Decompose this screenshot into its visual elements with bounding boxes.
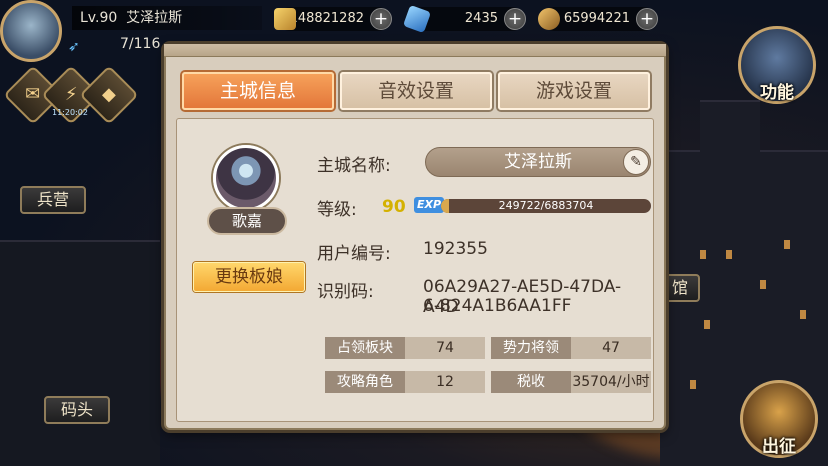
stat-label: 占领板块 bbox=[325, 337, 405, 359]
change-character-button[interactable]: 更换板娘 bbox=[193, 262, 305, 292]
resource-crystal: 2435 + bbox=[402, 4, 526, 34]
stat-label: 攻略角色 bbox=[325, 371, 405, 393]
edit-name-icon[interactable]: ✎ bbox=[623, 149, 649, 175]
exp-tag: EXP bbox=[414, 197, 445, 213]
character-portrait[interactable] bbox=[213, 145, 279, 211]
event-timer: 11:20:02 bbox=[52, 108, 88, 117]
coin-icon bbox=[538, 8, 560, 30]
add-coin-button[interactable]: + bbox=[636, 8, 658, 30]
city-info-content: 歌嘉 更换板娘 主城名称: 艾泽拉斯 ✎ 等级: 90 EXP 249722/6… bbox=[176, 118, 654, 422]
player-avatar[interactable] bbox=[0, 0, 62, 62]
gold-cube-icon bbox=[274, 8, 296, 30]
stat-label: 势力将领 bbox=[491, 337, 571, 359]
code-value-line2: 6-824A1B6AA1FF bbox=[423, 296, 572, 316]
scroll-icon: ✉ bbox=[25, 84, 41, 105]
exp-progress-text: 249722/6883704 bbox=[498, 199, 594, 212]
city-info-panel: 主城信息 音效设置 游戏设置 歌嘉 更换板娘 主城名称: 艾泽拉斯 ✎ 等级: … bbox=[164, 44, 666, 430]
expedition-button[interactable]: 出征 bbox=[740, 380, 818, 458]
dock-label[interactable]: 码头 bbox=[44, 396, 110, 424]
city-name-field[interactable]: 艾泽拉斯 ✎ bbox=[425, 147, 651, 177]
resource-coin-value: 65994221 bbox=[563, 11, 630, 26]
stat-value: 47 bbox=[571, 337, 651, 359]
character-name: 歌嘉 bbox=[207, 207, 287, 235]
user-id-label: 用户编号: bbox=[317, 244, 391, 264]
city-name-value: 艾泽拉斯 bbox=[504, 152, 572, 172]
gem-icon: ◆ bbox=[102, 84, 116, 105]
user-id-value: 192355 bbox=[423, 239, 488, 259]
resource-gold: 148821282 + bbox=[274, 7, 392, 31]
hall-label[interactable]: 馆 bbox=[660, 274, 700, 302]
resource-coin: 65994221 + bbox=[538, 7, 658, 31]
player-level: Lv.90 bbox=[80, 10, 118, 26]
expedition-label: 出征 bbox=[762, 437, 796, 457]
resource-gold-value: 148821282 bbox=[289, 11, 364, 26]
function-button[interactable]: 功能 bbox=[738, 26, 816, 104]
tab-sound-settings[interactable]: 音效设置 bbox=[340, 72, 492, 110]
tab-game-settings[interactable]: 游戏设置 bbox=[498, 72, 650, 110]
player-name: 艾泽拉斯 bbox=[126, 10, 183, 26]
panel-header-bar bbox=[164, 44, 666, 57]
add-gold-button[interactable]: + bbox=[370, 8, 392, 30]
stamina-value: 7/116 bbox=[120, 36, 161, 52]
player-level-name: Lv.90 艾泽拉斯 bbox=[72, 6, 262, 30]
stat-value: 12 bbox=[405, 371, 485, 393]
stat-value: 74 bbox=[405, 337, 485, 359]
code-label: 识别码: bbox=[317, 282, 374, 302]
add-crystal-button[interactable]: + bbox=[504, 8, 526, 30]
level-label: 等级: bbox=[317, 200, 357, 220]
tab-city-info[interactable]: 主城信息 bbox=[182, 72, 334, 110]
level-value: 90 bbox=[382, 197, 406, 217]
resource-crystal-value: 2435 bbox=[464, 11, 498, 26]
function-label: 功能 bbox=[760, 83, 794, 103]
stamina-icon: ➶ bbox=[68, 39, 80, 55]
city-name-label: 主城名称: bbox=[317, 156, 391, 176]
stat-value: 35704/小时 bbox=[571, 371, 651, 393]
exp-progress-bar: 249722/6883704 bbox=[441, 199, 651, 213]
barracks-label[interactable]: 兵营 bbox=[20, 186, 86, 214]
stat-label: 税收 bbox=[491, 371, 571, 393]
